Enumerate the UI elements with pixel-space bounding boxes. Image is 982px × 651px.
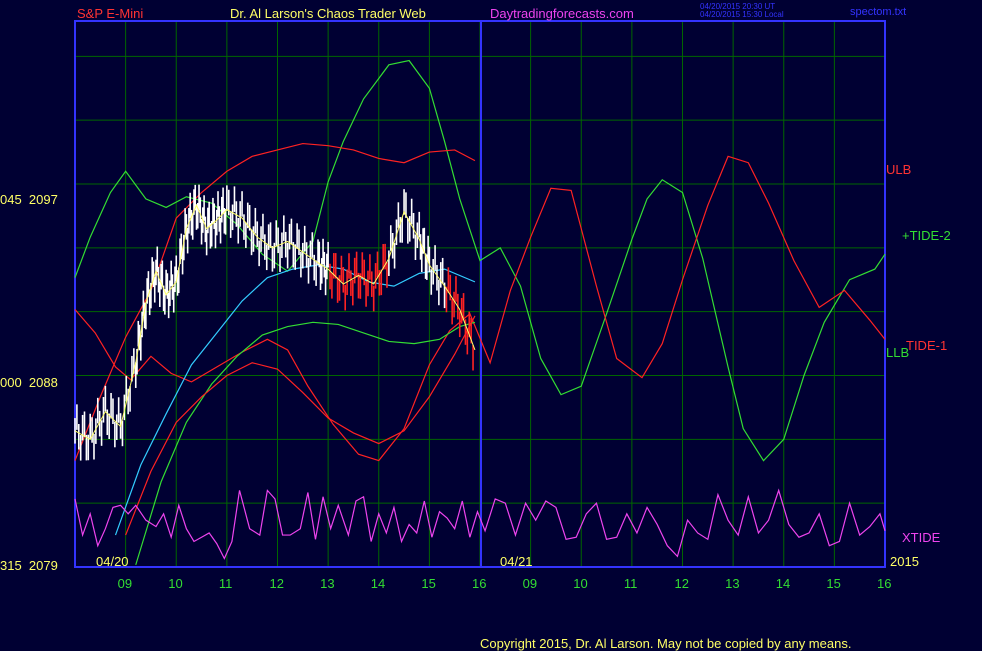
date-label: 04/20 xyxy=(96,554,129,569)
chart-canvas xyxy=(74,20,886,568)
hour-label: 10 xyxy=(573,576,588,591)
y-tick-label: 045 2097 xyxy=(0,192,58,207)
hour-label: 11 xyxy=(218,576,233,591)
y-tick-label: 000 2088 xyxy=(0,375,58,390)
hour-label: 14 xyxy=(370,576,386,591)
hour-label: 12 xyxy=(269,576,284,591)
series-line-ll2 xyxy=(125,315,476,536)
copyright: Copyright 2015, Dr. Al Larson. May not b… xyxy=(480,636,852,651)
hour-label: 10 xyxy=(168,576,183,591)
hour-label: 12 xyxy=(674,576,689,591)
series-label-tide1: TIDE-1 xyxy=(906,338,948,353)
series-label-tide2: +TIDE-2 xyxy=(902,228,951,243)
series-label-ulb: ULB xyxy=(886,162,912,177)
hour-label: 13 xyxy=(725,576,740,591)
symbol-label: S&P E-Mini xyxy=(77,6,144,21)
hour-label: 15 xyxy=(421,576,436,591)
author-title: Dr. Al Larson's Chaos Trader Web xyxy=(230,6,426,21)
hour-label: 09 xyxy=(522,576,538,591)
year-label: 2015 xyxy=(890,554,919,569)
hour-label: 11 xyxy=(623,576,638,591)
hour-label: 15 xyxy=(826,576,841,591)
site-link[interactable]: Daytradingforecasts.com xyxy=(490,6,634,21)
price-bars xyxy=(74,184,476,461)
series-line-ulb xyxy=(74,142,476,461)
hour-label: 13 xyxy=(320,576,335,591)
series-label-llb: LLB xyxy=(886,345,910,360)
hour-label: 09 xyxy=(117,576,133,591)
hour-label: 16 xyxy=(877,576,892,591)
hour-label: 16 xyxy=(472,576,487,591)
series-label-xtide: XTIDE xyxy=(902,530,941,545)
hour-label: 14 xyxy=(775,576,791,591)
y-tick-label: 315 2079 xyxy=(0,558,58,573)
file-label: spectom.txt xyxy=(850,6,907,18)
time-local: 04/20/2015 15:30 Local xyxy=(700,10,784,19)
date-label: 04/21 xyxy=(500,554,533,569)
